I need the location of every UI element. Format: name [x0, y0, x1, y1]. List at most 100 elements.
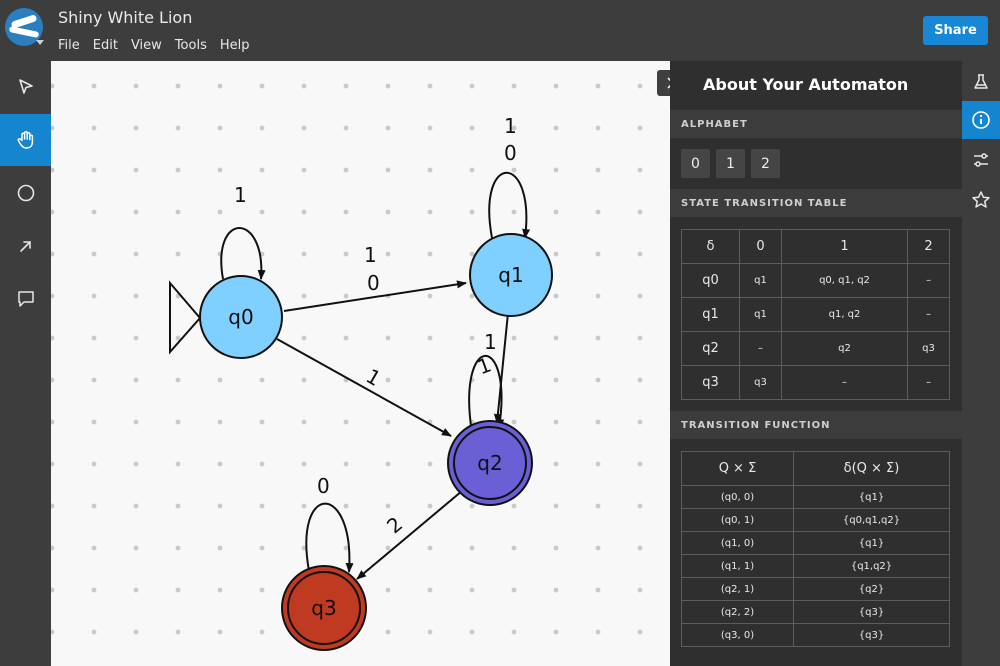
edge-label-q0-q1-top: 1	[364, 243, 377, 267]
table-cell: q3	[907, 331, 950, 366]
transition-function-table: Q × Σ δ(Q × Σ) (q0, 0) {q1} (q0, 1) {q0,q1…	[681, 451, 950, 647]
edge-q3-self[interactable]	[305, 502, 354, 573]
state-q1[interactable]: q1	[469, 233, 553, 317]
table-row: (q1, 0) {q1}	[681, 531, 950, 555]
edge-q0-self[interactable]	[220, 227, 266, 280]
menu-view[interactable]: View	[131, 38, 162, 53]
edge-label-q2-q3: 2	[382, 512, 407, 539]
state-q0[interactable]: q0	[199, 275, 283, 359]
table-header-cell: Q × Σ	[681, 451, 794, 486]
favorites-button[interactable]	[962, 181, 1000, 219]
table-cell: (q3, 0)	[681, 623, 794, 647]
table-cell: {q1}	[793, 485, 950, 509]
table-cell: q1	[739, 297, 782, 332]
sliders-icon	[974, 153, 988, 167]
table-row: (q2, 1) {q2}	[681, 577, 950, 601]
table-header-cell: 0	[739, 229, 782, 264]
alphabet-symbol: 1	[716, 149, 745, 178]
table-row: q2 – q2 q3	[681, 331, 950, 366]
edge-label-q1-q2: 1	[484, 330, 497, 354]
table-cell: –	[781, 365, 908, 400]
about-automaton-button[interactable]	[962, 101, 1000, 139]
table-row: (q0, 1) {q0,q1,q2}	[681, 508, 950, 532]
hand-icon	[17, 131, 33, 149]
logo-caret-icon[interactable]	[36, 40, 44, 45]
state-q3[interactable]: q3	[281, 565, 367, 651]
state-label-q3: q3	[311, 596, 336, 620]
state-tool[interactable]	[0, 167, 51, 219]
arrow-icon	[19, 241, 31, 252]
star-icon	[972, 191, 990, 208]
table-cell: (q0, 1)	[681, 508, 794, 532]
left-toolbar	[0, 61, 51, 666]
table-cell: {q1}	[793, 531, 950, 555]
top-bar: Shiny White Lion File Edit View Tools He…	[0, 0, 1000, 61]
automaton-graph: 1 1 0 1 0 1 1 1 2 0 q0 q1 q2 q3	[169, 114, 553, 651]
table-row: q1 q1 q1, q2 –	[681, 297, 950, 332]
cursor-icon	[18, 79, 33, 94]
table-cell: {q2}	[793, 577, 950, 601]
menu-file[interactable]: File	[58, 38, 80, 53]
panel-title: About Your Automaton	[703, 75, 909, 94]
edge-label-q1-self-bottom: 0	[504, 141, 517, 165]
menu-bar: File Edit View Tools Help	[58, 38, 262, 53]
menu-tools[interactable]: Tools	[175, 38, 207, 53]
table-row: (q2, 2) {q3}	[681, 600, 950, 624]
alphabet-heading: ALPHABET	[670, 110, 962, 138]
about-panel: About Your Automaton ALPHABET 0 1 2 STAT…	[670, 61, 962, 666]
edge-q2-q3[interactable]	[356, 490, 463, 580]
table-cell: q3	[681, 365, 740, 400]
table-cell: {q3}	[793, 623, 950, 647]
state-label-q1: q1	[498, 263, 523, 287]
table-header-row: Q × Σ δ(Q × Σ)	[681, 451, 950, 486]
table-header-cell: δ	[681, 229, 740, 264]
table-cell: –	[907, 263, 950, 298]
edge-q1-self[interactable]	[488, 171, 531, 239]
table-row: q3 q3 – –	[681, 365, 950, 400]
options-button[interactable]	[962, 141, 1000, 179]
table-row: (q3, 0) {q3}	[681, 623, 950, 647]
state-q2[interactable]: q2	[447, 420, 533, 506]
comment-icon	[17, 291, 34, 307]
tf-heading: TRANSITION FUNCTION	[670, 411, 962, 439]
table-cell: (q1, 1)	[681, 554, 794, 578]
table-cell: (q0, 0)	[681, 485, 794, 509]
edge-label-q0-q2: 1	[362, 364, 385, 391]
automaton-canvas[interactable]: 1 1 0 1 0 1 1 1 2 0 q0 q1 q2 q3	[51, 61, 670, 666]
menu-edit[interactable]: Edit	[93, 38, 118, 53]
testing-lab-button[interactable]	[962, 63, 1000, 101]
edge-q1-q2[interactable]	[493, 312, 509, 424]
table-cell: q1, q2	[781, 297, 908, 332]
table-cell: (q2, 1)	[681, 577, 794, 601]
initial-state-marker	[169, 280, 202, 355]
alphabet-list: 0 1 2	[681, 149, 780, 178]
edge-label-q2-self: 1	[474, 352, 494, 379]
table-cell: q2	[681, 331, 740, 366]
menu-help[interactable]: Help	[220, 38, 250, 53]
edge-label-q0-q1-bottom: 0	[367, 271, 380, 295]
right-toolbar	[962, 61, 1000, 666]
edge-label-q3-self: 0	[317, 474, 330, 498]
table-header-cell: δ(Q × Σ)	[793, 451, 950, 486]
share-button[interactable]: Share	[923, 16, 988, 45]
table-row: (q1, 1) {q1,q2}	[681, 554, 950, 578]
hand-tool[interactable]	[0, 114, 51, 166]
table-cell: {q1,q2}	[793, 554, 950, 578]
transition-tool[interactable]	[0, 220, 51, 272]
table-cell: {q0,q1,q2}	[793, 508, 950, 532]
table-cell: q1	[681, 297, 740, 332]
info-icon	[972, 111, 990, 129]
table-cell: q0	[681, 263, 740, 298]
flask-icon	[974, 74, 988, 89]
state-label-q0: q0	[228, 305, 253, 329]
table-row: (q0, 0) {q1}	[681, 485, 950, 509]
comment-tool[interactable]	[0, 273, 51, 325]
edge-q0-q2[interactable]	[276, 338, 452, 437]
edge-label-q0-self: 1	[234, 183, 247, 207]
table-cell: –	[739, 331, 782, 366]
alphabet-symbol: 2	[751, 149, 780, 178]
table-cell: {q3}	[793, 600, 950, 624]
table-cell: –	[907, 365, 950, 400]
document-title[interactable]: Shiny White Lion	[58, 8, 192, 27]
select-tool[interactable]	[0, 61, 51, 113]
